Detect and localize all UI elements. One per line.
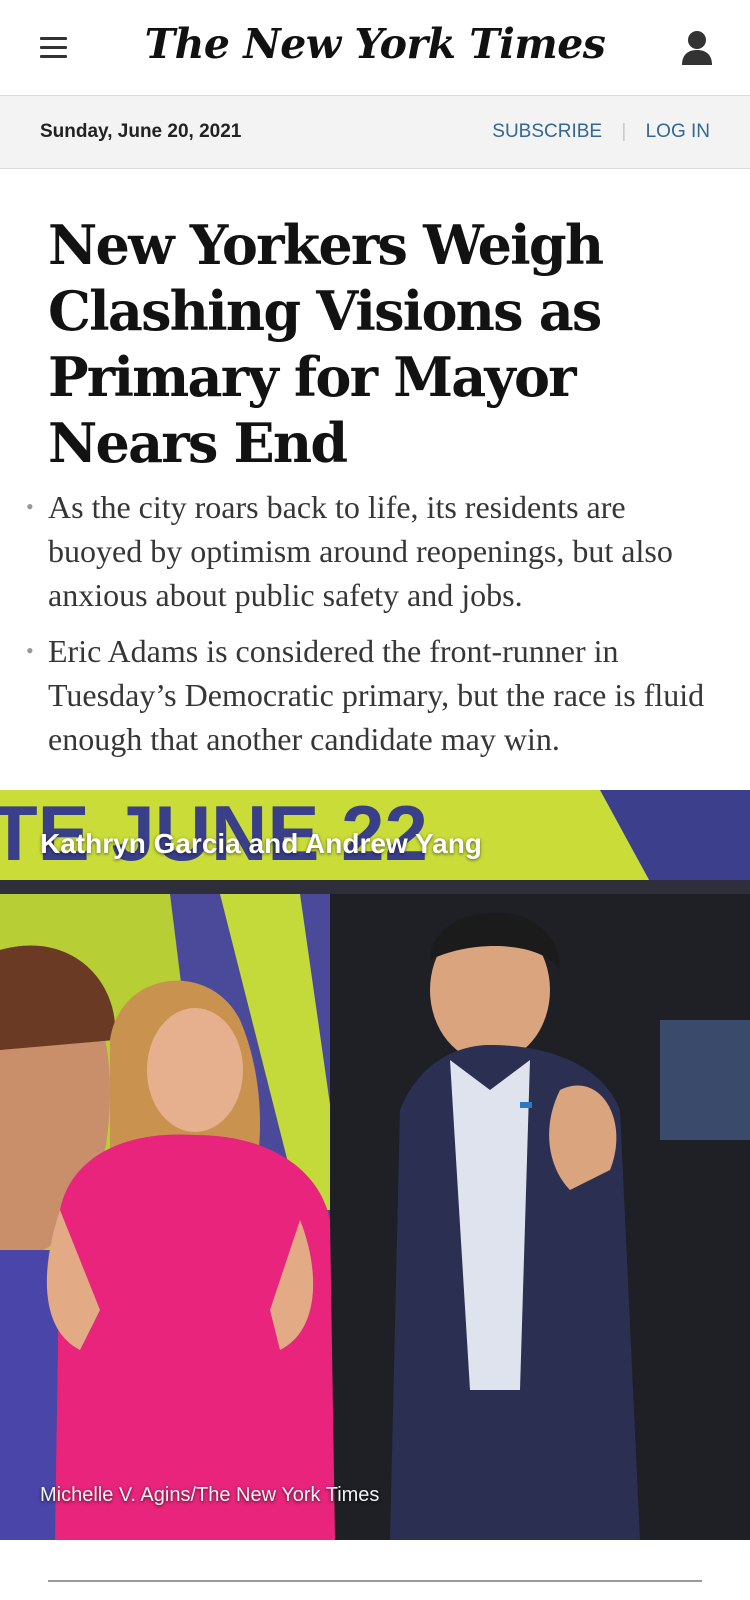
photo-caption: Kathryn Garcia and Andrew Yang xyxy=(40,828,482,859)
user-account-icon[interactable] xyxy=(680,29,714,67)
article-summary-list: • As the city roars back to life, its re… xyxy=(26,485,716,773)
article-headline[interactable]: New Yorkers Weigh Clashing Visions as Pr… xyxy=(48,212,718,476)
summary-item: • As the city roars back to life, its re… xyxy=(26,485,716,617)
summary-item: • Eric Adams is considered the front-run… xyxy=(26,629,716,761)
bullet-icon: • xyxy=(26,638,34,663)
summary-text: As the city roars back to life, its resi… xyxy=(48,489,673,613)
link-divider: | xyxy=(621,121,627,142)
subscribe-link[interactable]: SUBSCRIBE xyxy=(492,121,602,142)
nyt-logo[interactable]: The New York Times xyxy=(0,20,750,68)
photo-credit: Michelle V. Agins/The New York Times xyxy=(40,1484,380,1506)
current-date: Sunday, June 20, 2021 xyxy=(40,121,242,142)
auth-links: SUBSCRIBE | LOG IN xyxy=(492,121,710,143)
top-navigation-bar: The New York Times xyxy=(0,0,750,96)
date-bar: Sunday, June 20, 2021 SUBSCRIBE | LOG IN xyxy=(0,96,750,169)
section-divider xyxy=(48,1580,702,1582)
bullet-icon: • xyxy=(26,494,34,519)
summary-text: Eric Adams is considered the front-runne… xyxy=(48,633,705,757)
article-photo[interactable]: TE JUNE 22 xyxy=(0,790,750,1540)
login-link[interactable]: LOG IN xyxy=(646,121,710,142)
